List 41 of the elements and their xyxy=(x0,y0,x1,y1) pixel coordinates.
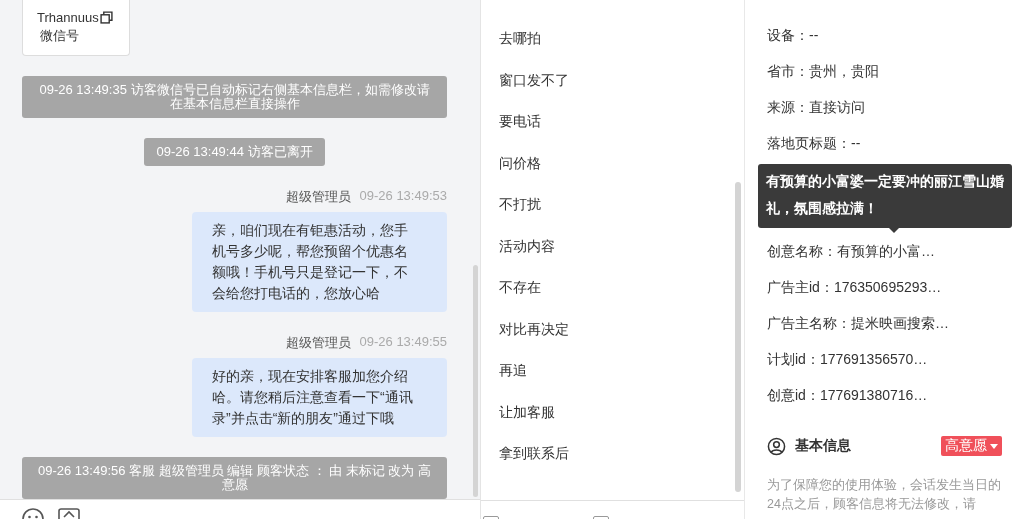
wechat-label: 微信号 xyxy=(39,27,80,45)
quick-reply-item[interactable]: 再追 xyxy=(481,360,744,402)
quick-reply-item[interactable]: 不打扰 xyxy=(481,194,744,236)
scrollbar[interactable] xyxy=(473,265,478,497)
section-title: 基本信息 xyxy=(795,437,852,455)
info-row-text: 广告主名称：提米映画搜索… xyxy=(767,314,950,333)
user-icon xyxy=(767,436,786,456)
sender-name: 超级管理员 xyxy=(285,334,351,352)
caret-icon xyxy=(990,443,998,449)
info-row-text: 创意id：177691380716… xyxy=(767,386,929,405)
quick-reply-item[interactable]: 活动内容 xyxy=(481,235,744,277)
quick-reply-item[interactable]: 不存在 xyxy=(481,277,744,319)
quick-reply-item[interactable]: 问价格 xyxy=(481,152,744,194)
info-row-text: 来源：直接访问 xyxy=(767,98,866,117)
info-note: 为了保障您的使用体验，会话发生当日的24点之后，顾客信息将无法修改，请 xyxy=(767,477,1002,513)
scrollbar[interactable] xyxy=(735,182,741,492)
quick-reply-item[interactable]: 窗口发不了 xyxy=(481,69,744,111)
copy-icon[interactable] xyxy=(99,11,113,24)
info-row-text: 省市：贵州，贵阳 xyxy=(767,62,880,81)
info-row-text: 落地页标题：-- xyxy=(767,134,862,153)
quick-reply-item[interactable]: 对比再决定 xyxy=(481,318,744,360)
info-row-text: 广告主id：176350695293… xyxy=(767,278,943,297)
quick-reply-item[interactable]: 拿到联系后 xyxy=(481,443,744,485)
message-time: 09-26 13:49:53 xyxy=(359,188,447,205)
tooltip: 有预算的小富婆一定要冲的丽江雪山婚礼，氛围感拉满！ xyxy=(758,164,1012,228)
sender-name: 超级管理员 xyxy=(285,188,351,206)
system-notice: 09-26 13:49:56 客服 超级管理员 编辑 顾客状态 ： 由 末标记 改为 高意愿 xyxy=(22,457,447,499)
info-row-text: 计划id：177691356570… xyxy=(767,350,929,369)
system-notice: 09-26 13:49:35 访客微信号已自动标记右侧基本信息栏，如需修改请在基本信息栏直接操作 xyxy=(22,76,447,118)
message-bubble: 好的亲，现在安排客服加您介绍哈。请您稍后注意查看一下“通讯录”并点击“新的朋友”通过下哦 xyxy=(192,358,447,437)
message-bubble: 亲，咱们现在有钜惠活动，您手机号多少呢，帮您预留个优惠名额哦！手机号只是登记一下，不会给您打电话的，您放心哈 xyxy=(192,212,447,312)
system-notice: 09-26 13:49:44 访客已离开 xyxy=(144,138,325,166)
message-time: 09-26 13:49:55 xyxy=(359,334,447,351)
tooltip-arrow xyxy=(889,228,899,233)
quick-reply-item[interactable]: 要电话 xyxy=(481,111,744,153)
quick-reply-item[interactable]: 让加客服 xyxy=(481,401,744,443)
info-row-text: 创意名称：有预算的小富… xyxy=(767,242,936,261)
info-row-text: 设备：-- xyxy=(767,26,820,45)
wechat-id: Trhannuus xyxy=(37,10,99,25)
quick-reply-item[interactable]: 去哪拍 xyxy=(481,28,744,70)
status-dropdown[interactable]: 高意愿 xyxy=(941,436,1002,456)
